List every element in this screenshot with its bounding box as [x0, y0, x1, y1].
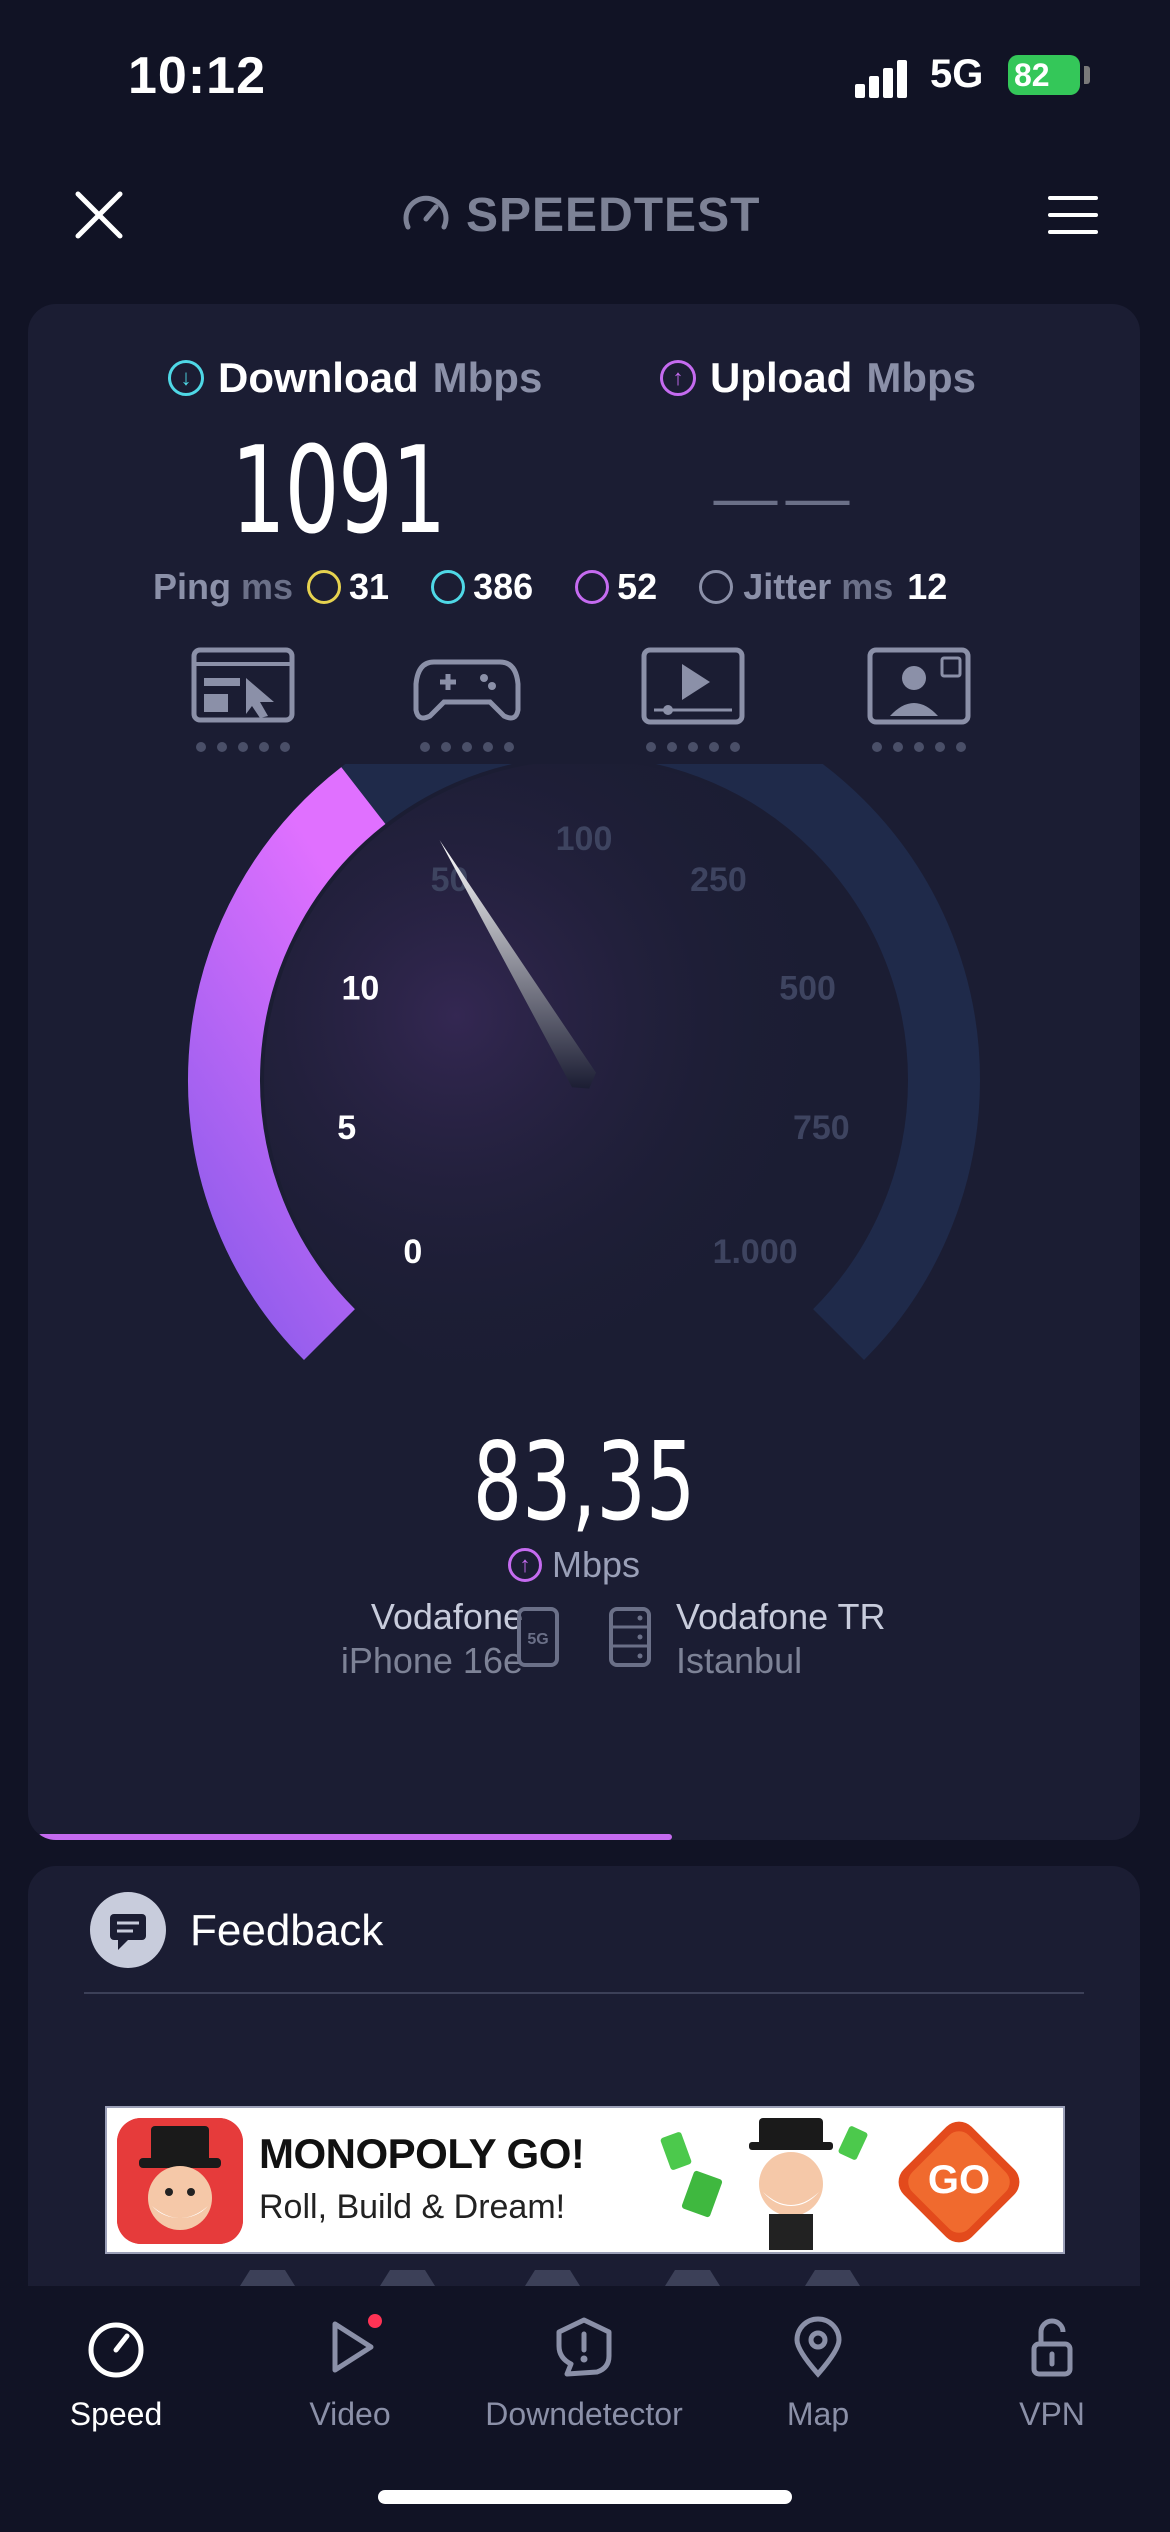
video-call-quality[interactable]	[864, 644, 974, 764]
ping-label: Ping	[153, 566, 231, 607]
tab-label: Downdetector	[485, 2396, 683, 2432]
idle-ping-icon	[307, 570, 342, 604]
ping-idle-value: 31	[349, 566, 390, 607]
upload-arrow-icon: ↑	[508, 1548, 542, 1582]
tab-label: Map	[786, 2396, 850, 2432]
feedback-icon	[90, 1892, 166, 1968]
jitter-value: 12	[907, 566, 948, 607]
gaming-icon	[413, 659, 521, 721]
ping-download-value: 386	[473, 566, 534, 607]
map-pin-icon	[794, 2316, 842, 2378]
tab-speed[interactable]: Speed	[6, 2312, 226, 2442]
ad-cta-label: GO	[927, 2158, 991, 2202]
speed-result-card: ↓ Download Mbps ↑ Upload Mbps 1091 —— Pi…	[28, 304, 1140, 1840]
close-button[interactable]	[64, 180, 134, 250]
gauge-scale-label: 5	[337, 1109, 356, 1147]
download-ping-icon	[431, 570, 466, 604]
tab-label: Video	[309, 2396, 391, 2432]
provider-info[interactable]: Vodafone iPhone 16e	[188, 1596, 523, 1682]
device-name: iPhone 16e	[340, 1640, 523, 1681]
upload-value: ——	[713, 461, 858, 533]
server-host: Vodafone TR	[676, 1596, 886, 1637]
ad-banner[interactable]: MONOPOLY GO! Roll, Build & Dream! GO	[105, 2106, 1065, 2254]
video-quality[interactable]	[638, 644, 748, 764]
speed-gauge: 0510501002505007501.000	[188, 764, 980, 1400]
unlock-icon	[1031, 2318, 1073, 2377]
gauge-scale-label: 750	[793, 1109, 850, 1147]
browsing-icon	[191, 647, 295, 723]
tab-map[interactable]: Map	[708, 2312, 928, 2442]
speedtest-logo: SPEEDTEST	[400, 180, 780, 250]
gauge-scale-label: 500	[779, 969, 836, 1007]
network-type: 5G	[930, 52, 984, 96]
ad-subtitle: Roll, Build & Dream!	[259, 2188, 566, 2226]
ad-title: MONOPOLY GO!	[259, 2130, 585, 2177]
server-city: Istanbul	[676, 1640, 803, 1681]
tab-label: VPN	[1019, 2396, 1085, 2432]
battery-icon: 82	[1008, 55, 1080, 95]
gauge-scale-label: 0	[403, 1233, 422, 1271]
gauge-scale-label: 1.000	[713, 1233, 798, 1271]
upload-unit: Mbps	[866, 354, 976, 401]
video-call-icon	[867, 647, 971, 725]
download-arrow-icon: ↓	[168, 360, 204, 396]
hamburger-menu-icon	[1048, 196, 1098, 234]
tab-video[interactable]: Video	[240, 2312, 460, 2442]
gaming-quality[interactable]	[412, 644, 522, 764]
status-time: 10:12	[128, 47, 266, 105]
server-icon	[609, 1607, 651, 1667]
download-unit: Mbps	[432, 354, 543, 401]
ad-mascot-illustration	[660, 2118, 868, 2250]
menu-button[interactable]	[1040, 182, 1106, 248]
ping-upload-value: 52	[617, 566, 658, 607]
status-bar: 10:12 5G 82	[0, 0, 1170, 150]
feedback-label: Feedback	[190, 1906, 384, 1955]
upload-arrow-icon: ↑	[660, 360, 696, 396]
gauge-scale-label: 100	[556, 820, 613, 858]
upload-ping-icon	[575, 570, 610, 604]
battery-tip	[1084, 66, 1090, 84]
provider-name: Vodafone	[370, 1596, 523, 1637]
download-header: ↓ Download Mbps	[168, 354, 542, 402]
tab-downdetector[interactable]: Downdetector	[474, 2312, 694, 2442]
upload-header: ↑ Upload Mbps	[660, 354, 976, 402]
alert-icon	[556, 2317, 612, 2377]
feedback-divider	[84, 1992, 1084, 1994]
home-indicator	[378, 2490, 792, 2504]
signal-strength-icon	[855, 58, 915, 98]
gauge-scale-label: 250	[690, 861, 747, 899]
download-label: Download	[218, 354, 419, 401]
current-speed: 83,35	[472, 1420, 696, 1545]
test-progress-bar	[38, 1834, 672, 1840]
gauge-scale-label: 10	[342, 969, 380, 1007]
server-info[interactable]: Vodafone TR Istanbul	[676, 1596, 1016, 1682]
current-speed-unit: ↑ Mbps	[508, 1544, 640, 1586]
speed-unit-label: Mbps	[552, 1544, 641, 1585]
tab-label: Speed	[69, 2396, 163, 2432]
top-bar: SPEEDTEST	[0, 150, 1170, 270]
ad-app-icon	[117, 2118, 243, 2244]
tab-vpn[interactable]: VPN	[942, 2312, 1162, 2442]
speedometer-icon	[88, 2322, 144, 2378]
jitter-icon	[699, 570, 734, 604]
speedometer-logo-icon	[403, 195, 449, 230]
latency-row: Ping ms 31 386 52 Jitter ms 12	[153, 566, 947, 608]
ping-unit: ms	[241, 566, 294, 607]
svg-text:5G: 5G	[527, 1631, 548, 1648]
ad-go-button[interactable]: GO	[897, 2120, 1021, 2244]
5g-phone-icon: 5G	[517, 1607, 559, 1667]
jitter-unit: ms	[841, 566, 894, 607]
upload-label: Upload	[710, 354, 853, 401]
new-content-badge	[368, 2314, 382, 2328]
close-icon	[75, 191, 123, 239]
app-quality-row	[188, 644, 1028, 764]
logo-text: SPEEDTEST	[466, 188, 761, 242]
battery-level: 82	[1014, 57, 1050, 93]
video-streaming-icon	[641, 647, 745, 725]
ad-footer-decoration	[240, 2270, 860, 2286]
browsing-quality[interactable]	[188, 644, 298, 764]
jitter-label: Jitter	[743, 566, 832, 607]
download-value: 1091	[230, 422, 447, 561]
